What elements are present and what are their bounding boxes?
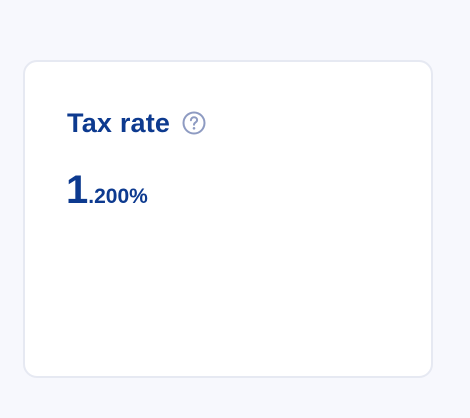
question-circle-icon[interactable] <box>182 111 206 135</box>
tax-rate-integer: 1 <box>66 168 89 212</box>
tax-rate-card: Tax rate 1.200% <box>23 60 433 378</box>
card-header: Tax rate <box>67 108 206 138</box>
tax-rate-unit: % <box>129 185 148 208</box>
tax-rate-value: 1.200% <box>66 170 148 210</box>
tax-rate-fraction: .200 <box>88 185 130 208</box>
card-title: Tax rate <box>67 108 171 138</box>
help-icon-graphic <box>182 111 206 135</box>
